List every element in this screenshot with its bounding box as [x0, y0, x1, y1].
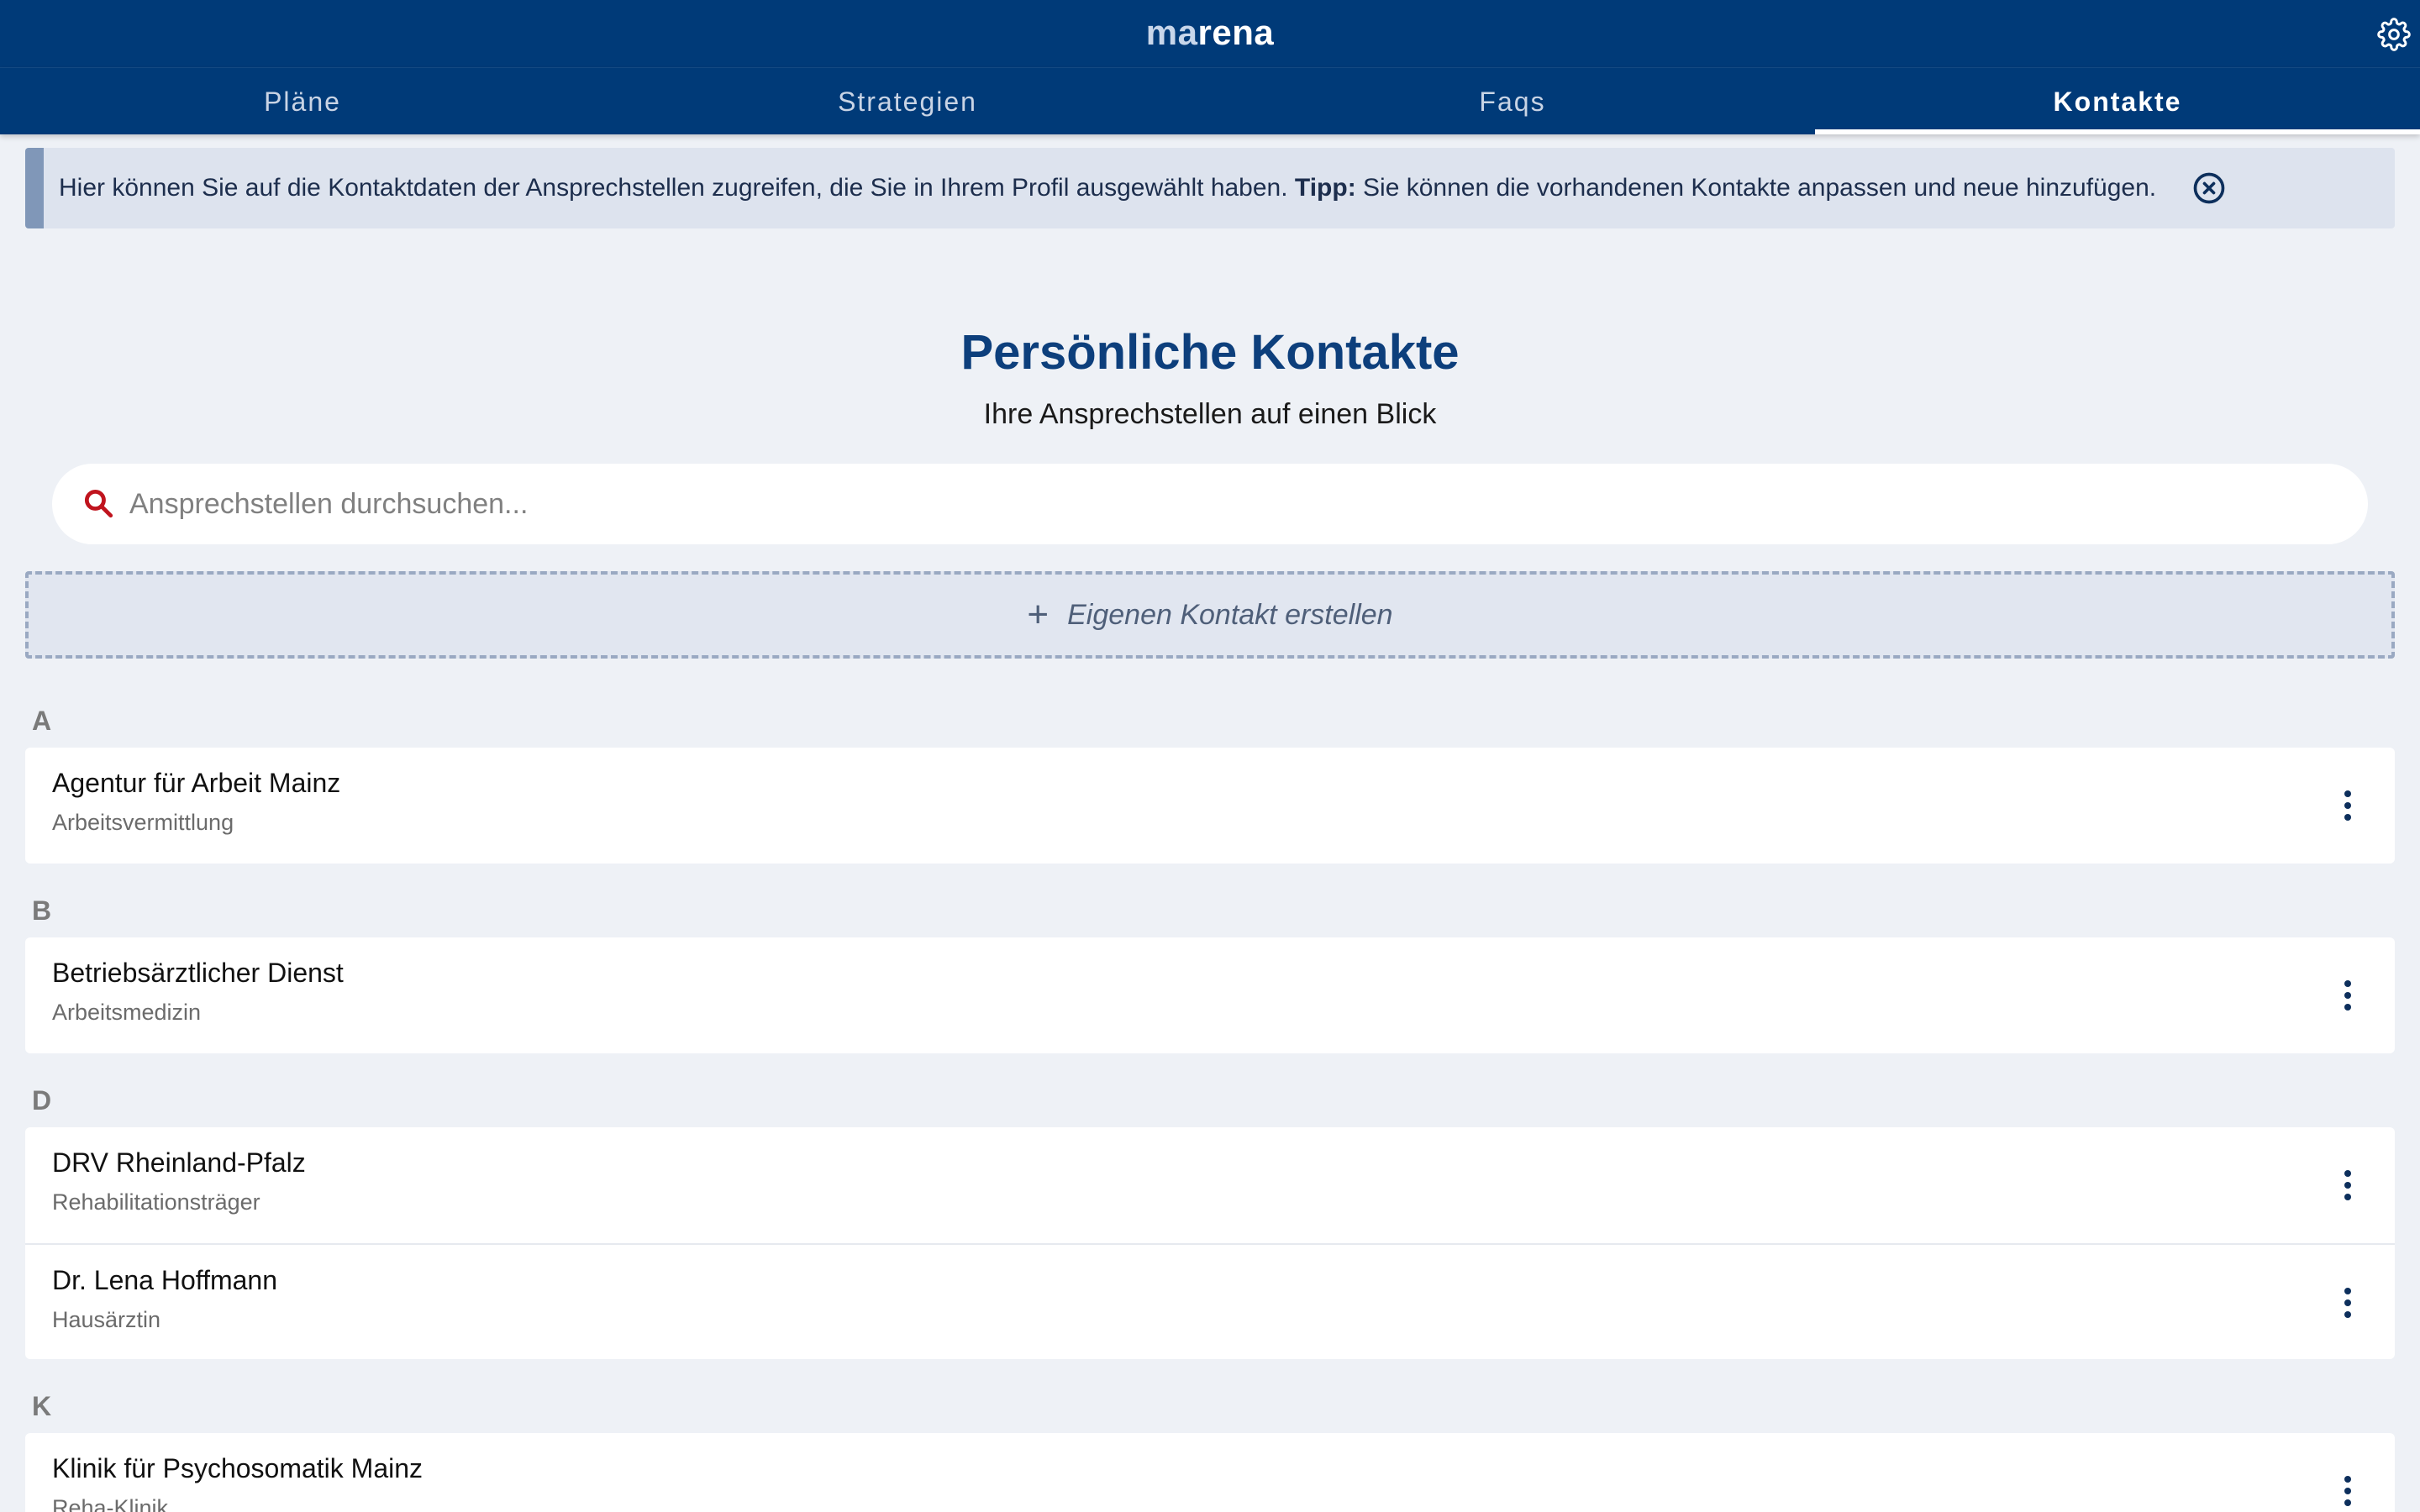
- contact-type: Arbeitsvermittlung: [52, 810, 234, 835]
- info-banner: Hier können Sie auf die Kontaktdaten der…: [25, 148, 2395, 228]
- contact-row[interactable]: Agentur für Arbeit Mainz Arbeitsvermittl…: [25, 748, 2395, 864]
- info-message: Hier können Sie auf die Kontaktdaten der…: [59, 174, 1288, 202]
- close-circle-icon: [2193, 172, 2225, 204]
- contact-name: Dr. Lena Hoffmann: [52, 1265, 278, 1295]
- contact-row[interactable]: DRV Rheinland-Pfalz Rehabilitationsträge…: [25, 1127, 2395, 1243]
- contact-type: Reha-Klinik: [52, 1495, 169, 1512]
- plus-icon: +: [1027, 594, 1050, 635]
- contact-row[interactable]: Dr. Lena Hoffmann Hausärztin: [25, 1243, 2395, 1359]
- section-letter-b: B: [32, 895, 52, 926]
- search-input[interactable]: [129, 479, 2314, 529]
- more-vertical-icon[interactable]: [2331, 1164, 2365, 1206]
- create-contact-button[interactable]: + Eigenen Kontakt erstellen: [25, 571, 2395, 659]
- tab-bar: Pläne Strategien Faqs Kontakte: [0, 67, 2420, 134]
- contact-name: Agentur für Arbeit Mainz: [52, 768, 341, 798]
- gear-icon: [2377, 18, 2411, 51]
- contact-row[interactable]: Klinik für Psychosomatik Mainz Reha-Klin…: [25, 1433, 2395, 1512]
- settings-button[interactable]: [2375, 15, 2413, 54]
- contact-name: Betriebsärztlicher Dienst: [52, 958, 344, 988]
- more-vertical-icon[interactable]: [2331, 974, 2365, 1016]
- info-close-button[interactable]: [2191, 170, 2228, 207]
- tip-label: Tipp:: [1294, 174, 1356, 202]
- tab-strategien[interactable]: Strategien: [605, 68, 1210, 134]
- search-bar: [52, 464, 2368, 544]
- search-icon: [84, 489, 113, 518]
- more-vertical-icon[interactable]: [2331, 1470, 2365, 1512]
- page-subtitle: Ihre Ansprechstellen auf einen Blick: [983, 398, 1437, 430]
- contact-name: Klinik für Psychosomatik Mainz: [52, 1453, 424, 1483]
- contact-card: DRV Rheinland-Pfalz Rehabilitationsträge…: [25, 1127, 2395, 1359]
- contact-name: DRV Rheinland-Pfalz: [52, 1147, 306, 1178]
- page-title: Persönliche Kontakte: [960, 325, 1460, 380]
- section-letter-d: D: [32, 1085, 52, 1116]
- contact-card: Betriebsärztlicher Dienst Arbeitsmedizin: [25, 937, 2395, 1053]
- tab-plaene[interactable]: Pläne: [0, 68, 605, 134]
- tip-text: Sie können die vorhandenen Kontakte anpa…: [1363, 174, 2157, 202]
- contact-row[interactable]: Betriebsärztlicher Dienst Arbeitsmedizin: [25, 937, 2395, 1053]
- more-vertical-icon[interactable]: [2331, 785, 2365, 827]
- create-contact-label: Eigenen Kontakt erstellen: [1067, 598, 1393, 631]
- tab-kontakte[interactable]: Kontakte: [1815, 68, 2420, 134]
- section-letter-k: K: [32, 1391, 52, 1421]
- contact-type: Rehabilitationsträger: [52, 1189, 260, 1215]
- app-logo: marena: [1145, 13, 1275, 52]
- more-vertical-icon[interactable]: [2331, 1282, 2365, 1324]
- app-header: marena: [0, 0, 2420, 67]
- contact-type: Arbeitsmedizin: [52, 1000, 202, 1025]
- info-text: Hier können Sie auf die Kontaktdaten der…: [59, 174, 2156, 202]
- contact-card: Agentur für Arbeit Mainz Arbeitsvermittl…: [25, 748, 2395, 864]
- contact-card: Klinik für Psychosomatik Mainz Reha-Klin…: [25, 1433, 2395, 1512]
- section-letter-a: A: [32, 706, 52, 736]
- tab-faqs[interactable]: Faqs: [1210, 68, 1815, 134]
- contact-type: Hausärztin: [52, 1307, 161, 1332]
